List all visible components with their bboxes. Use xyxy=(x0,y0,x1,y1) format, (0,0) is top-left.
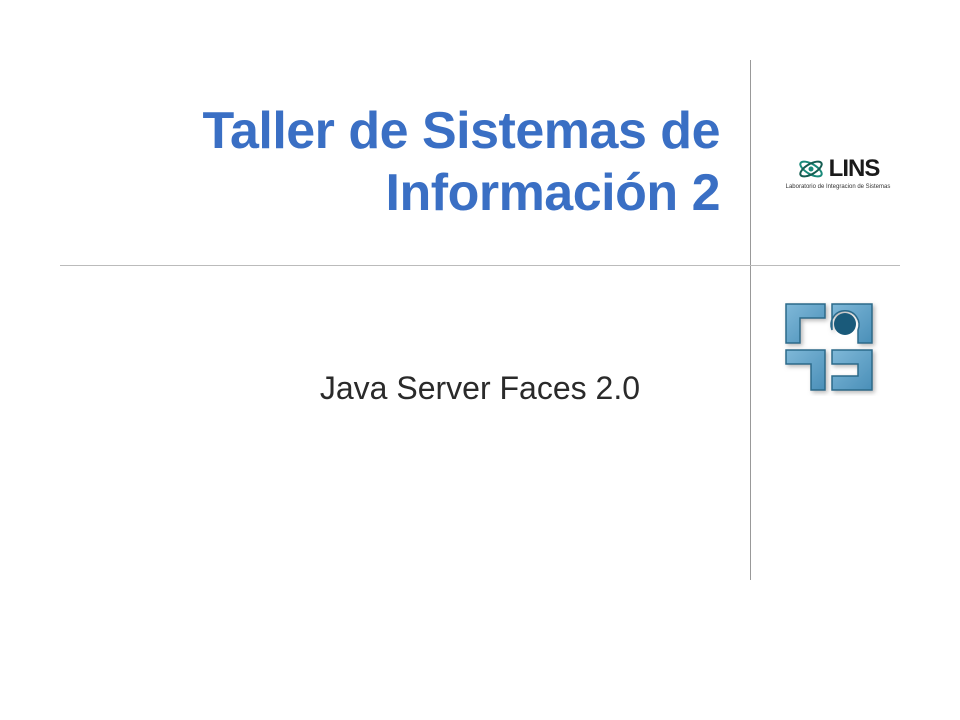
lins-logo-tagline: Laboratorio de Integracion de Sistemas xyxy=(786,184,891,190)
title-container: Taller de Sistemas de Información 2 xyxy=(90,100,720,225)
lins-orbit-icon xyxy=(797,157,825,181)
secondary-logo-icon xyxy=(780,298,880,396)
lins-logo-text: LINS xyxy=(829,155,880,183)
slide-subtitle: Java Server Faces 2.0 xyxy=(90,370,640,407)
slide-title: Taller de Sistemas de Información 2 xyxy=(90,100,720,225)
presentation-slide: Taller de Sistemas de Información 2 Java… xyxy=(0,0,960,720)
subtitle-container: Java Server Faces 2.0 xyxy=(90,370,640,407)
lins-logo: LINS Laboratorio de Integracion de Siste… xyxy=(768,155,908,190)
vertical-divider xyxy=(750,60,751,580)
lins-logo-row: LINS xyxy=(797,155,880,183)
horizontal-divider xyxy=(60,265,900,266)
